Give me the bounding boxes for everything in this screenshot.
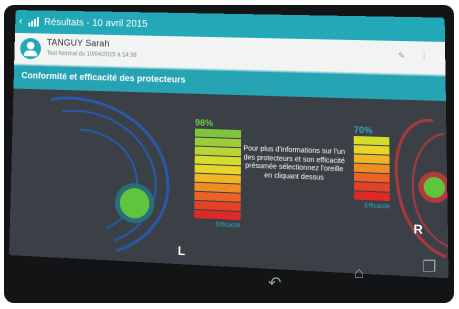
efficiency-bar [354, 182, 390, 192]
efficiency-bar [353, 135, 390, 146]
avatar [19, 37, 42, 60]
chevron-left-icon[interactable]: ‹ [19, 16, 23, 27]
patient-name: TANGUY Sarah [46, 37, 110, 49]
efficiency-bar [353, 172, 390, 183]
app-screen: ‹ Résultats - 10 avril 2015 TANGUY Sarah… [9, 10, 449, 279]
info-text: Pour plus d'informations sur l'un des pr… [243, 145, 346, 182]
left-bars [194, 128, 242, 221]
efficiency-bar [353, 145, 390, 155]
home-icon[interactable]: ⌂ [354, 265, 364, 283]
efficiency-bar [194, 137, 242, 148]
left-ear[interactable] [48, 97, 169, 253]
system-nav-bar: ↶ ⌂ ❐ [4, 259, 454, 303]
right-efficiency-scale: 70% Efficacité [354, 125, 390, 211]
left-efficiency-scale: 98% Efficacité [194, 117, 242, 229]
efficiency-bar [194, 209, 241, 221]
left-percent: 98% [195, 117, 214, 129]
section-title: Conformité et efficacité des protecteurs [21, 70, 186, 85]
efficiency-bar [194, 128, 242, 139]
efficiency-bar [354, 191, 390, 202]
patient-test-info: Test Normal du 10/04/2015 à 14:38 [46, 50, 137, 59]
efficiency-bar [353, 154, 390, 164]
left-ear-letter: L [177, 243, 186, 259]
right-bars [353, 135, 390, 202]
back-arrow-icon[interactable]: ↶ [268, 273, 281, 293]
right-percent: 70% [353, 124, 373, 136]
app-bar-title: Résultats - 10 avril 2015 [44, 16, 148, 30]
results-panel: 98% Efficacité Pour plus d'informations … [9, 88, 449, 279]
efficiency-bar [353, 163, 390, 174]
recents-icon[interactable]: ❐ [422, 257, 436, 277]
app-logo-icon [28, 17, 39, 27]
right-ear-letter: R [413, 221, 423, 237]
tablet-frame: ‹ Résultats - 10 avril 2015 TANGUY Sarah… [4, 5, 454, 303]
patient-actions[interactable]: ✎ ⋮ [398, 51, 435, 61]
